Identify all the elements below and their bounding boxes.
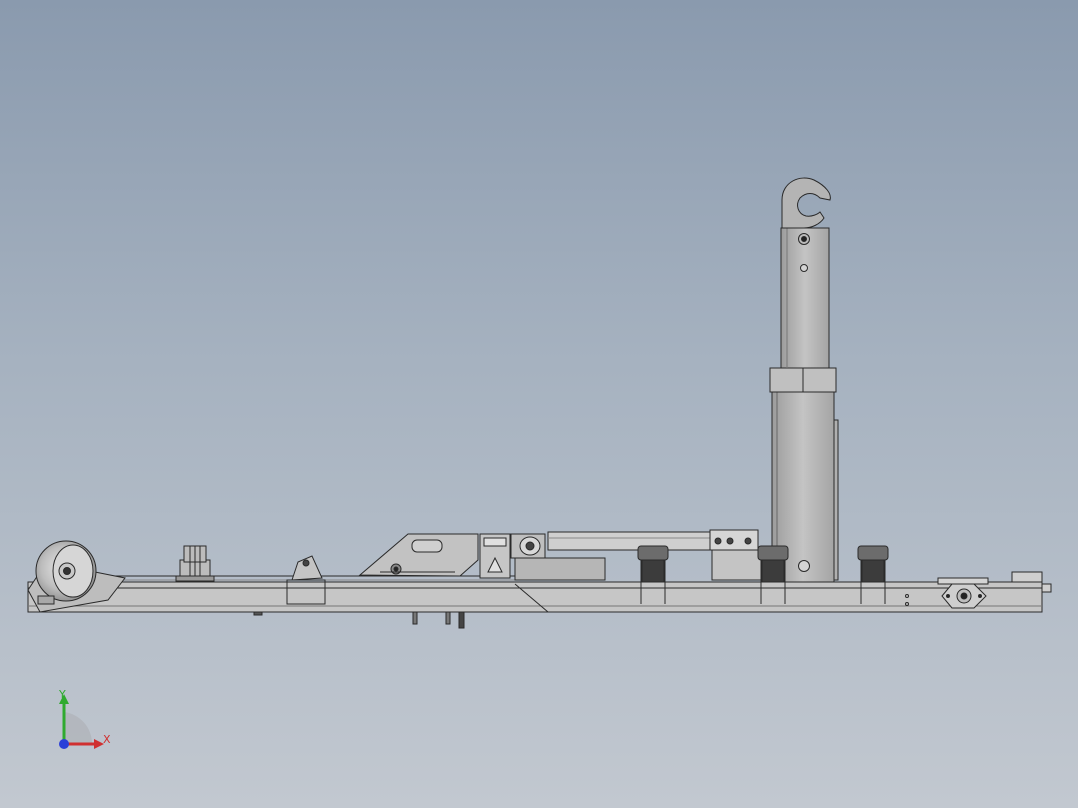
axis-triad — [59, 694, 104, 749]
lifting-hook[interactable] — [781, 177, 831, 229]
sliding-frame[interactable] — [358, 533, 479, 577]
axis-x-label: X — [103, 733, 111, 746]
cad-model[interactable] — [0, 0, 1078, 808]
pulley-bracket[interactable] — [175, 545, 215, 582]
graphics-viewport[interactable]: Y X — [0, 0, 1078, 808]
axis-y-label: Y — [59, 688, 66, 701]
underside-pins — [253, 611, 465, 629]
telescopic-arm[interactable] — [769, 227, 839, 583]
